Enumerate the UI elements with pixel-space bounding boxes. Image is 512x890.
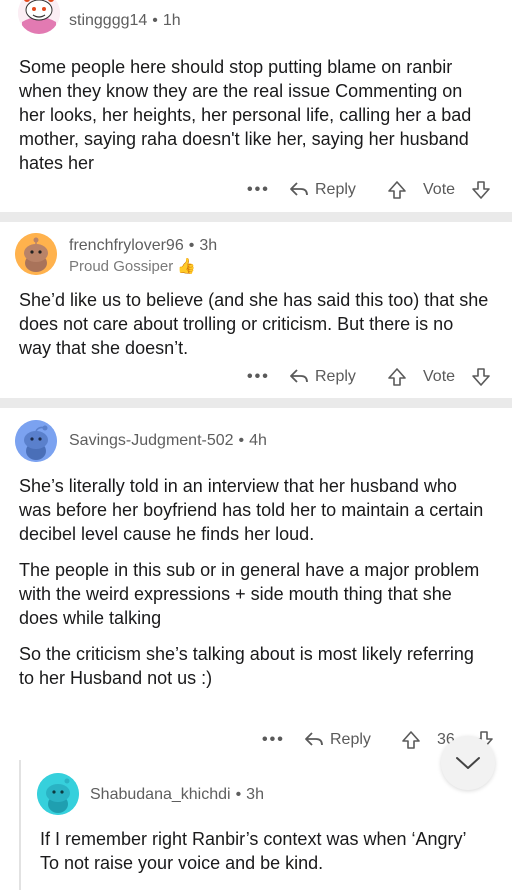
- comment-meta: frenchfrylover96 • 3h: [69, 237, 218, 254]
- downvote-arrow-icon: [472, 368, 490, 386]
- comment-1: stingggg14 • 1h Some people here should st…: [0, 0, 512, 212]
- comment-paragraph: The people in this sub or in general hav…: [19, 560, 480, 628]
- avatar[interactable]: [37, 773, 79, 815]
- reply-arrow-icon: [290, 369, 308, 383]
- more-dots-icon: •••: [247, 368, 270, 385]
- snoo-avatar-icon: [18, 0, 60, 34]
- comment-paragraph: Some people here should stop putting bla…: [19, 57, 472, 173]
- comment-body: Some people here should stop putting bla…: [19, 55, 489, 187]
- comment-body: If I remember right Ranbir’s context was…: [40, 827, 480, 887]
- avatar[interactable]: [18, 0, 60, 34]
- reply-label: Reply: [315, 181, 356, 198]
- upvote-button[interactable]: [387, 177, 407, 203]
- snoo-avatar-icon: [15, 420, 57, 462]
- chevron-down-icon: [456, 757, 480, 769]
- downvote-arrow-icon: [472, 181, 490, 199]
- reply-label: Reply: [330, 731, 371, 748]
- snoo-avatar-icon: [37, 773, 79, 815]
- comment-paragraph: If I remember right Ranbir’s context was…: [40, 829, 466, 873]
- reply-arrow-icon: [305, 732, 323, 746]
- more-button[interactable]: •••: [247, 364, 270, 390]
- downvote-button[interactable]: [471, 177, 491, 203]
- reply-button[interactable]: Reply: [304, 727, 371, 753]
- upvote-button[interactable]: [401, 727, 421, 753]
- comment-meta: Savings-Judgment-502 • 4h: [69, 432, 267, 449]
- comment-meta: stingggg14 • 1h: [69, 12, 181, 29]
- upvote-arrow-icon: [388, 368, 406, 386]
- timestamp: 4h: [249, 432, 267, 449]
- more-button[interactable]: •••: [247, 177, 270, 203]
- comment-actions: ••• Reply 36: [0, 727, 512, 753]
- avatar[interactable]: [15, 233, 57, 275]
- comment-actions: ••• Reply Vote: [0, 364, 512, 390]
- upvote-button[interactable]: [387, 364, 407, 390]
- comment-body: She’d like us to believe (and she has sa…: [19, 288, 489, 372]
- comment-body: She’s literally told in an interview tha…: [19, 474, 489, 702]
- downvote-button[interactable]: [471, 364, 491, 390]
- scroll-down-button[interactable]: [441, 736, 495, 790]
- avatar[interactable]: [15, 420, 57, 462]
- snoo-avatar-icon: [15, 233, 57, 275]
- username[interactable]: stingggg14: [69, 12, 147, 29]
- username[interactable]: frenchfrylover96: [69, 237, 184, 254]
- thread-line[interactable]: [19, 760, 21, 890]
- comment-paragraph: She’d like us to believe (and she has sa…: [19, 290, 489, 358]
- timestamp: 3h: [246, 786, 264, 803]
- reply-button[interactable]: Reply: [289, 364, 356, 390]
- comment-actions: ••• Reply Vote: [0, 177, 512, 203]
- comment-paragraph: So the criticism she’s talking about is …: [19, 644, 474, 688]
- username[interactable]: Shabudana_khichdi: [90, 786, 231, 803]
- username[interactable]: Savings-Judgment-502: [69, 432, 234, 449]
- comment-meta: Shabudana_khichdi • 3h: [90, 786, 264, 803]
- more-dots-icon: •••: [262, 731, 285, 748]
- vote-count: Vote: [423, 368, 456, 385]
- reply-arrow-icon: [290, 182, 308, 196]
- comment-divider: [0, 398, 512, 408]
- more-dots-icon: •••: [247, 181, 270, 198]
- comment-2: frenchfrylover96 • 3h Proud Gossiper 👍 She…: [0, 222, 512, 398]
- reply-button[interactable]: Reply: [289, 177, 356, 203]
- timestamp: 3h: [199, 237, 218, 254]
- upvote-arrow-icon: [402, 731, 420, 749]
- upvote-arrow-icon: [388, 181, 406, 199]
- comment-paragraph: She’s literally told in an interview tha…: [19, 476, 484, 544]
- vote-count: Vote: [423, 181, 456, 198]
- timestamp: 1h: [162, 12, 181, 29]
- comment-4-reply: Shabudana_khichdi • 3h If I remember right…: [22, 760, 512, 878]
- more-button[interactable]: •••: [262, 727, 285, 753]
- reply-label: Reply: [315, 368, 356, 385]
- comment-divider: [0, 212, 512, 222]
- user-flair: Proud Gossiper 👍: [69, 258, 197, 275]
